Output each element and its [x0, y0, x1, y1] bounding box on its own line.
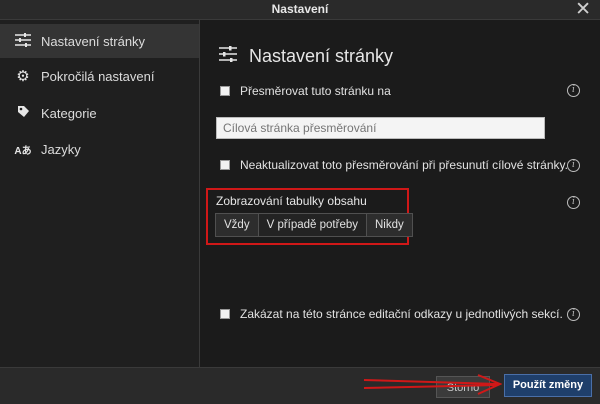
annotation-arrow-icon [363, 374, 502, 395]
redirect-option: Přesměrovat tuto stránku na [220, 84, 391, 98]
dialog-footer: Storno Použít změny [0, 367, 600, 404]
sliders-icon [219, 46, 239, 67]
page-title: Nastavení stránky [219, 46, 393, 67]
sidebar-item-advanced[interactable]: ⚙ Pokročilá nastavení [0, 59, 199, 93]
apply-changes-button[interactable]: Použít změny [504, 374, 592, 397]
main-panel: Nastavení stránky Přesměrovat tuto strán… [200, 20, 600, 367]
toc-option-never[interactable]: Nikdy [367, 214, 412, 236]
title-bar: Nastavení ✕ [0, 0, 600, 20]
dont-update-label: Neaktualizovat toto přesměrování při pře… [240, 158, 568, 172]
page-title-text: Nastavení stránky [249, 46, 394, 66]
sidebar-item-categories[interactable]: Kategorie [0, 96, 199, 130]
redirect-checkbox[interactable] [220, 86, 230, 96]
redirect-target-input[interactable] [216, 117, 545, 139]
sidebar-item-languages[interactable]: Aあ Jazyky [0, 132, 199, 166]
info-icon[interactable]: i [567, 84, 580, 97]
dialog-title: Nastavení [271, 2, 329, 16]
redirect-label: Přesměrovat tuto stránku na [240, 84, 391, 98]
info-icon[interactable]: i [567, 308, 580, 321]
dont-update-checkbox[interactable] [220, 160, 230, 170]
gear-icon: ⚙ [16, 68, 30, 85]
toc-option-if-needed[interactable]: V případě potřeby [258, 214, 367, 236]
info-icon[interactable]: i [567, 159, 580, 172]
sidebar-item-label: Jazyky [41, 141, 81, 157]
info-icon[interactable]: i [567, 196, 580, 209]
sidebar-item-label: Pokročilá nastavení [41, 68, 155, 84]
disable-edit-label: Zakázat na této stránce editační odkazy … [240, 307, 563, 321]
toc-label: Zobrazování tabulky obsahu [216, 194, 367, 208]
toc-segmented-control: Vždy V případě potřeby Nikdy [215, 213, 413, 237]
dont-update-option: Neaktualizovat toto přesměrování při pře… [220, 158, 568, 172]
close-icon[interactable]: ✕ [575, 0, 591, 21]
sidebar: Nastavení stránky ⚙ Pokročilá nastavení … [0, 20, 200, 367]
disable-edit-option: Zakázat na této stránce editační odkazy … [220, 307, 563, 321]
disable-edit-checkbox[interactable] [220, 309, 230, 319]
sidebar-item-label: Nastavení stránky [41, 33, 146, 49]
sidebar-item-label: Kategorie [41, 105, 97, 121]
tag-icon [13, 105, 33, 121]
sliders-icon [13, 32, 33, 50]
toc-option-always[interactable]: Vždy [216, 214, 259, 236]
sidebar-item-page-settings[interactable]: Nastavení stránky [0, 24, 199, 58]
language-icon: Aあ [14, 145, 32, 157]
